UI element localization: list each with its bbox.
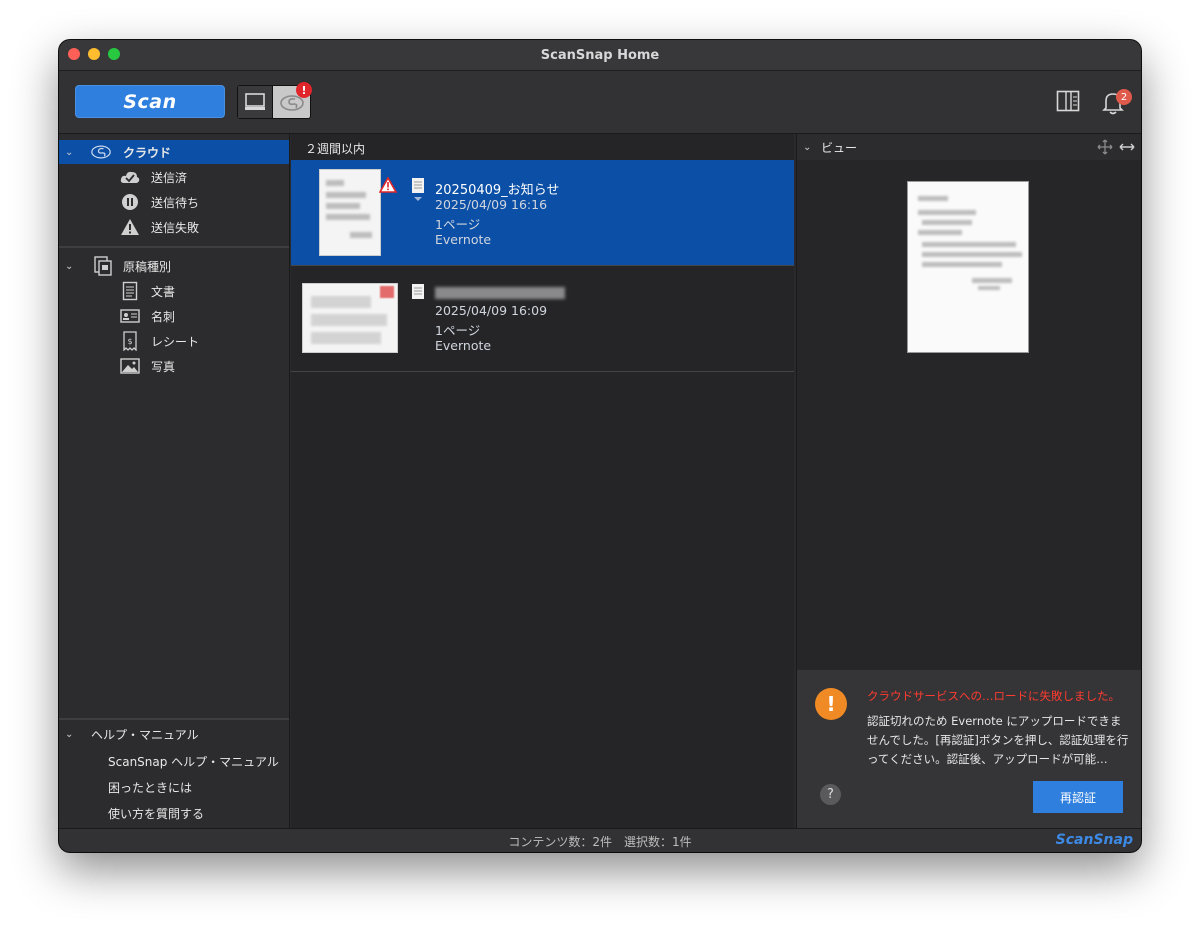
maximize-window-button[interactable] bbox=[108, 48, 120, 60]
document-title-redacted bbox=[435, 287, 565, 299]
list-group-header: ２週間以内 bbox=[305, 142, 366, 156]
svg-text:$: $ bbox=[127, 337, 132, 346]
upload-error-icon bbox=[378, 176, 398, 197]
move-icon[interactable] bbox=[1097, 139, 1113, 159]
toolbar: Scan ! 2 bbox=[59, 71, 1141, 134]
sidebar-item-label: 送信失敗 bbox=[151, 220, 200, 235]
check-cloud-icon bbox=[120, 168, 140, 186]
help-link-troubleshooting[interactable]: 困ったときには bbox=[59, 775, 289, 799]
document-service: Evernote bbox=[435, 232, 492, 247]
sidebar-item-label: ヘルプ・マニュアル bbox=[91, 727, 199, 742]
view-title: ビュー bbox=[821, 140, 858, 155]
error-message: 認証切れのため Evernote にアップロードできませんでした。[再認証]ボタ… bbox=[867, 714, 1129, 766]
sidebar-item-doc-types[interactable]: ⌄ 原稿種別 bbox=[59, 254, 289, 278]
help-link-manual[interactable]: ScanSnap ヘルプ・マニュアル bbox=[59, 749, 289, 773]
sidebar-item-help[interactable]: ⌄ ヘルプ・マニュアル bbox=[59, 722, 289, 746]
notification-count-badge: 2 bbox=[1116, 89, 1132, 105]
document-thumbnail bbox=[302, 283, 398, 353]
chevron-down-icon[interactable]: ⌄ bbox=[803, 142, 811, 153]
window-controls bbox=[68, 48, 120, 60]
help-link-label: 困ったときには bbox=[108, 780, 193, 795]
sidebar-item-label: 写真 bbox=[151, 359, 176, 374]
sidebar-item-label: レシート bbox=[151, 334, 200, 349]
help-link-ask[interactable]: 使い方を質問する bbox=[59, 801, 289, 825]
help-icon[interactable]: ? bbox=[820, 784, 841, 805]
chevron-down-icon[interactable]: ⌄ bbox=[65, 147, 75, 158]
receipt-icon: $ bbox=[120, 331, 140, 351]
scan-button[interactable]: Scan bbox=[75, 85, 225, 118]
sidebar-item-pending[interactable]: 送信待ち bbox=[59, 190, 289, 214]
error-panel: ! クラウドサービスへの…ロードに失敗しました。 認証切れのため Evernot… bbox=[797, 670, 1141, 828]
sidebar-item-sent[interactable]: 送信済 bbox=[59, 165, 289, 189]
help-link-label: 使い方を質問する bbox=[108, 806, 205, 821]
sidebar-item-cloud[interactable]: ⌄ クラウド bbox=[59, 140, 289, 164]
photo-icon bbox=[120, 357, 140, 375]
business-card-icon bbox=[120, 307, 140, 325]
list-item[interactable]: 20250409_お知らせ 2025/04/09 16:16 1ページ Ever… bbox=[291, 160, 794, 266]
help-link-label: ScanSnap ヘルプ・マニュアル bbox=[108, 754, 279, 769]
scansnap-logo: ScanSnap bbox=[1055, 832, 1133, 848]
view-header: ⌄ ビュー bbox=[797, 134, 1141, 160]
file-type-icon bbox=[411, 283, 425, 305]
sidebar-item-label: 送信待ち bbox=[151, 195, 200, 210]
sidebar-item-label: 名刺 bbox=[151, 309, 176, 324]
mode-alert-badge: ! bbox=[296, 82, 312, 98]
sidebar-divider bbox=[59, 718, 289, 720]
sidebar-item-photo[interactable]: 写真 bbox=[59, 354, 289, 378]
warning-icon bbox=[120, 218, 140, 236]
computer-mode-icon[interactable] bbox=[238, 86, 273, 118]
sidebar-item-business-card[interactable]: 名刺 bbox=[59, 304, 289, 328]
pause-icon bbox=[120, 193, 140, 211]
sidebar-item-label: クラウド bbox=[123, 145, 172, 160]
document-types-icon bbox=[93, 256, 113, 276]
document-thumbnail bbox=[319, 169, 381, 256]
app-window: ScanSnap Home Scan ! 2 ⌄ クラウド 送信済 送信待ち 送… bbox=[59, 40, 1141, 852]
sidebar-item-label: 原稿種別 bbox=[123, 259, 172, 274]
title-bar: ScanSnap Home bbox=[59, 40, 1141, 71]
sidebar-item-document[interactable]: 文書 bbox=[59, 279, 289, 303]
sidebar-divider bbox=[59, 246, 289, 248]
document-datetime: 2025/04/09 16:16 bbox=[435, 197, 548, 212]
file-type-icon bbox=[411, 177, 425, 207]
view-pane: ⌄ ビュー ! クラウドサービスへの…ロードに失敗しました。 認証切れのため E… bbox=[796, 134, 1141, 828]
sidebar-item-receipt[interactable]: $ レシート bbox=[59, 329, 289, 353]
content-list: ２週間以内 20250409_お知らせ 2025/04/09 16:16 1ペー… bbox=[291, 134, 794, 828]
sidebar-item-failed[interactable]: 送信失敗 bbox=[59, 215, 289, 239]
status-counts: コンテンツ数：2件 選択数：1件 bbox=[508, 835, 692, 849]
document-pages: 1ページ bbox=[435, 217, 481, 232]
document-icon bbox=[120, 281, 140, 301]
minimize-window-button[interactable] bbox=[88, 48, 100, 60]
chevron-down-icon[interactable]: ⌄ bbox=[65, 729, 75, 740]
document-preview[interactable] bbox=[907, 181, 1029, 353]
error-alert-icon: ! bbox=[815, 688, 847, 720]
error-title: クラウドサービスへの…ロードに失敗しました。 bbox=[867, 689, 1120, 703]
document-pages: 1ページ bbox=[435, 323, 481, 338]
fit-width-icon[interactable] bbox=[1118, 139, 1136, 159]
chevron-down-icon[interactable]: ⌄ bbox=[65, 261, 75, 272]
document-service: Evernote bbox=[435, 338, 492, 353]
sidebar-item-label: 文書 bbox=[151, 284, 176, 299]
reauthenticate-button[interactable]: 再認証 bbox=[1033, 781, 1123, 813]
list-item[interactable]: 2025/04/09 16:09 1ページ Evernote bbox=[291, 266, 794, 372]
window-title: ScanSnap Home bbox=[540, 47, 660, 63]
layout-toggle-icon[interactable] bbox=[1056, 89, 1080, 113]
sidebar: ⌄ クラウド 送信済 送信待ち 送信失敗 ⌄ 原稿種別 文書 名刺 $ レシート… bbox=[59, 134, 290, 828]
cloud-icon bbox=[91, 143, 111, 161]
close-window-button[interactable] bbox=[68, 48, 80, 60]
document-datetime: 2025/04/09 16:09 bbox=[435, 303, 548, 318]
document-title: 20250409_お知らせ bbox=[435, 183, 560, 198]
status-bar: コンテンツ数：2件 選択数：1件 ScanSnap bbox=[59, 828, 1141, 852]
sidebar-item-label: 送信済 bbox=[151, 170, 188, 185]
